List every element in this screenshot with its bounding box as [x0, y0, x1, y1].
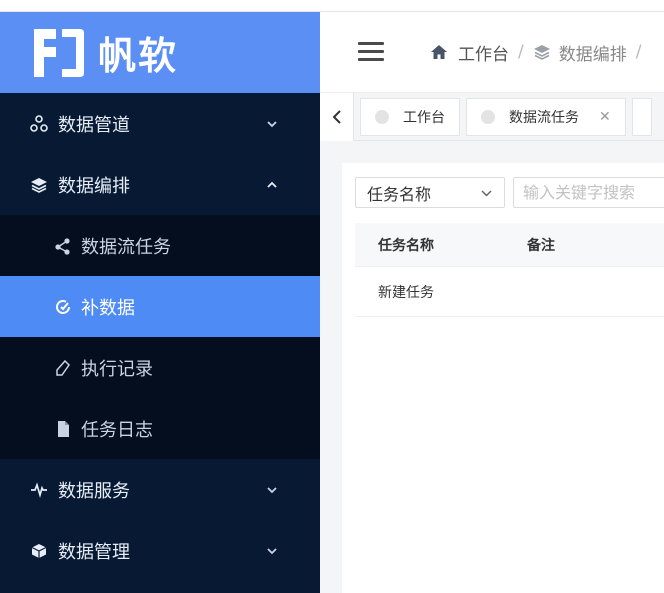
- chevron-down-icon: [267, 486, 277, 493]
- sidebar-item-dataflow-tasks[interactable]: 数据流任务: [0, 215, 320, 276]
- breadcrumb-item-workbench[interactable]: 工作台: [458, 40, 509, 65]
- chevron-left-icon: [332, 109, 341, 124]
- chevron-down-icon: [267, 120, 277, 127]
- table-row[interactable]: 新建任务: [355, 267, 664, 317]
- menu-group-label: 数据编排: [58, 175, 130, 197]
- breadcrumb-item-orchestration[interactable]: 数据编排: [559, 40, 627, 65]
- tab-dataflow-tasks[interactable]: 数据流任务 ✕: [466, 97, 626, 136]
- filter-bar: 任务名称: [355, 177, 664, 208]
- task-panel: 任务名称 任务名称 备注 新建任务: [342, 163, 664, 593]
- menu-group-data-orchestration[interactable]: 数据编排: [0, 154, 320, 215]
- breadcrumb: 工作台 / 数据编排 /: [430, 40, 650, 65]
- tab-label: 工作台: [403, 109, 445, 126]
- menu-group-data-management[interactable]: 数据管理: [0, 520, 320, 581]
- tab-status-dot: [481, 109, 495, 124]
- menu-group-data-pipeline[interactable]: 数据管道: [0, 93, 320, 154]
- search-field-select[interactable]: 任务名称: [355, 177, 505, 208]
- breadcrumb-separator: /: [518, 42, 524, 62]
- menu-group-label: 数据服务: [58, 480, 130, 502]
- sidebar-item-backfill[interactable]: 补数据: [0, 276, 320, 337]
- share-nodes-icon: [54, 237, 72, 255]
- menu-group-label: 数据管道: [58, 114, 130, 136]
- file-icon: [54, 420, 72, 438]
- brand-logo-area[interactable]: 帆软: [0, 12, 320, 93]
- layers-icon: [30, 176, 48, 194]
- chevron-down-icon: [267, 547, 277, 554]
- close-icon[interactable]: ✕: [599, 109, 611, 125]
- brand-name: 帆软: [98, 34, 179, 78]
- tab-bar: 工作台 数据流任务 ✕: [320, 92, 664, 141]
- menu-group-label: 数据管理: [58, 541, 130, 563]
- sidebar-item-label: 数据流任务: [81, 236, 171, 258]
- home-icon[interactable]: [430, 44, 448, 60]
- refresh-check-icon: [54, 298, 72, 316]
- brand-logo-icon: [34, 28, 84, 77]
- tab-status-dot: [375, 109, 389, 124]
- chevron-up-icon: [267, 181, 277, 188]
- tab-workbench[interactable]: 工作台: [360, 97, 460, 136]
- pipeline-icon: [30, 114, 48, 133]
- cube-icon: [30, 542, 48, 560]
- sidebar-item-label: 补数据: [81, 297, 135, 319]
- top-header: 工作台 / 数据编排 /: [320, 12, 664, 93]
- search-input[interactable]: [513, 177, 664, 208]
- sidebar-item-label: 任务日志: [81, 419, 153, 441]
- breadcrumb-separator: /: [635, 42, 642, 62]
- sidebar-item-execution-records[interactable]: 执行记录: [0, 337, 320, 398]
- main-content: 任务名称 任务名称 备注 新建任务: [320, 141, 664, 593]
- sidebar: 帆软 数据管道 数据编排 数据流任务 补数据 执行记录 任务日志 数据服务 数据…: [0, 12, 320, 593]
- menu-toggle-icon[interactable]: [358, 42, 384, 62]
- tag-icon: [54, 359, 72, 377]
- tab-label: 数据流任务: [509, 109, 579, 126]
- table-cell-task-name: 新建任务: [378, 284, 434, 301]
- table-header: 任务名称 备注: [355, 223, 664, 267]
- column-header-task-name[interactable]: 任务名称: [355, 235, 505, 255]
- chevron-down-icon: [481, 190, 492, 197]
- tab-scroll-left-button[interactable]: [320, 92, 354, 141]
- window-top-strip: [0, 0, 664, 12]
- layers-icon: [533, 45, 550, 60]
- task-table: 任务名称 备注 新建任务: [355, 223, 664, 317]
- menu-group-data-service[interactable]: 数据服务: [0, 459, 320, 520]
- sidebar-item-task-logs[interactable]: 任务日志: [0, 398, 320, 459]
- tab-partial[interactable]: [631, 97, 652, 136]
- pulse-icon: [30, 481, 48, 499]
- sidebar-item-label: 执行记录: [81, 358, 153, 380]
- select-value: 任务名称: [367, 184, 432, 204]
- column-header-remark[interactable]: 备注: [505, 235, 555, 255]
